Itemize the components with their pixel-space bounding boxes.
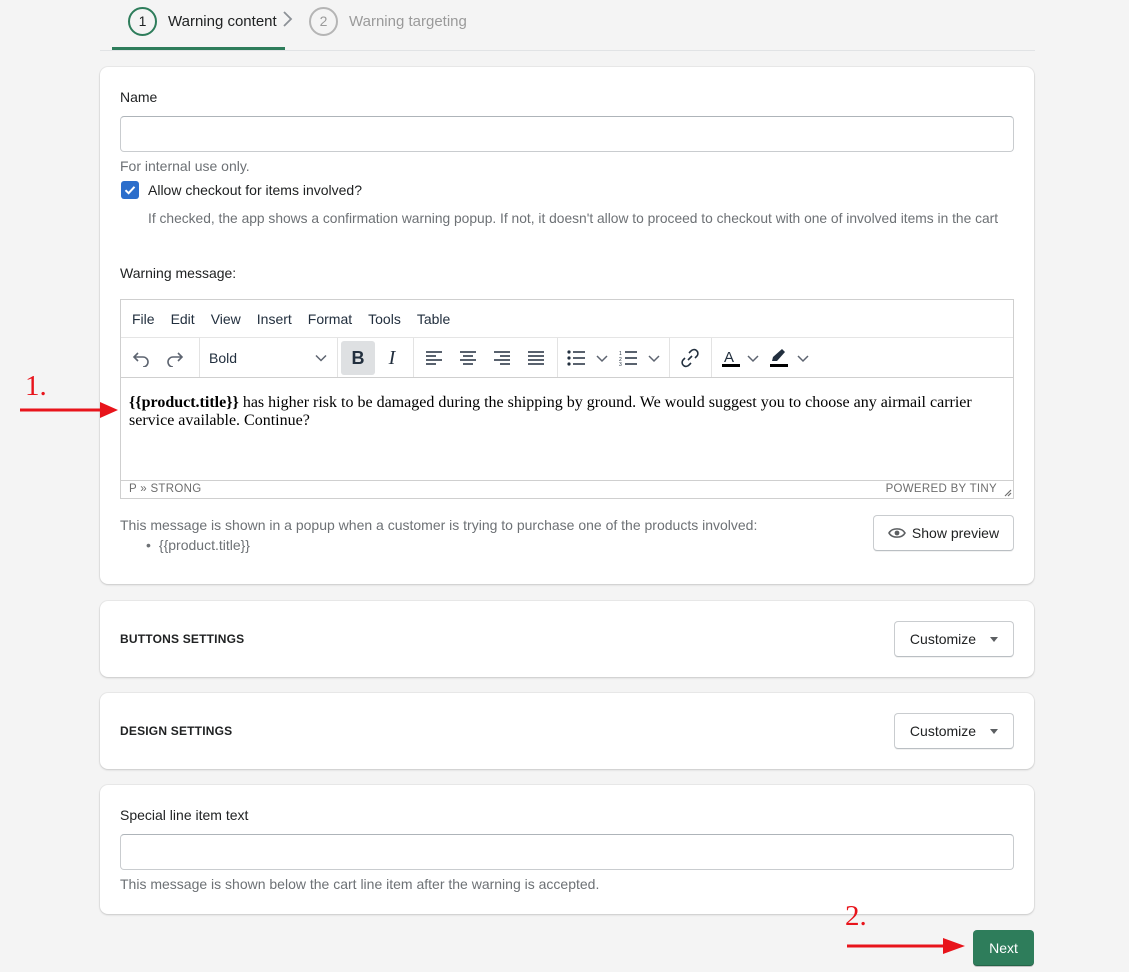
step-warning-targeting[interactable]: 2 Warning targeting — [309, 6, 467, 36]
step-warning-content[interactable]: 1 Warning content — [128, 6, 277, 36]
toolbar-divider — [199, 338, 200, 377]
annotation-number-2: 2. — [845, 900, 867, 932]
show-preview-label: Show preview — [911, 525, 1000, 541]
buttons-settings-title: BUTTONS SETTINGS — [120, 632, 245, 646]
align-justify-icon[interactable] — [521, 341, 551, 375]
menu-view[interactable]: View — [211, 311, 241, 327]
show-preview-button[interactable]: Show preview — [873, 515, 1014, 551]
svg-text:A: A — [724, 349, 734, 366]
editor-content-area[interactable]: {{product.title}} has higher risk to be … — [129, 394, 999, 430]
annotation-arrow-2 — [847, 938, 965, 954]
toolbar-divider — [711, 338, 712, 377]
step-number: 1 — [128, 6, 157, 36]
name-label: Name — [120, 89, 158, 105]
buttons-settings-card: BUTTONS SETTINGS Customize — [100, 601, 1034, 677]
menu-format[interactable]: Format — [308, 311, 352, 327]
menu-file[interactable]: File — [132, 311, 155, 327]
numbered-list-icon[interactable]: 123 — [615, 341, 665, 375]
special-line-card: Special line item text This message is s… — [100, 785, 1034, 914]
menu-table[interactable]: Table — [417, 311, 450, 327]
italic-icon: I — [388, 346, 396, 369]
menu-edit[interactable]: Edit — [171, 311, 195, 327]
bullet-list-icon[interactable] — [563, 341, 613, 375]
next-button[interactable]: Next — [973, 930, 1034, 966]
variable-list-item: • {{product.title}} — [146, 537, 250, 553]
allow-checkout-help: If checked, the app shows a confirmation… — [148, 211, 999, 226]
toolbar-divider — [413, 338, 414, 377]
editor-statusbar: P » STRONG POWERED BY TINY — [121, 480, 1013, 498]
special-line-input[interactable] — [120, 834, 1014, 870]
special-line-label: Special line item text — [120, 807, 249, 823]
align-right-icon[interactable] — [487, 341, 517, 375]
stepper: 1 Warning content 2 Warning targeting — [100, 0, 1035, 51]
italic-button[interactable]: I — [377, 341, 407, 375]
editor-menubar: File Edit View Insert Format Tools Table — [121, 300, 1013, 338]
allow-checkout-checkbox[interactable] — [121, 181, 139, 199]
block-format-value: Bold — [209, 350, 238, 366]
align-left-icon[interactable] — [419, 341, 449, 375]
powered-by-tiny[interactable]: POWERED BY TINY — [886, 483, 997, 495]
variable-name: {{product.title}} — [158, 537, 250, 553]
bold-icon: B — [351, 347, 365, 368]
redo-icon[interactable] — [161, 341, 189, 375]
product-title-variable: {{product.title}} — [129, 394, 239, 411]
block-format-select[interactable]: Bold — [203, 341, 333, 375]
resize-handle-icon[interactable] — [1002, 487, 1012, 497]
element-path[interactable]: P » STRONG — [129, 483, 201, 495]
checkmark-icon — [124, 186, 136, 195]
highlight-color-icon[interactable] — [765, 341, 813, 375]
menu-tools[interactable]: Tools — [368, 311, 401, 327]
toolbar-divider — [337, 338, 338, 377]
buttons-customize-button[interactable]: Customize — [894, 621, 1014, 657]
rich-text-editor: File Edit View Insert Format Tools Table… — [120, 299, 1014, 499]
link-icon[interactable] — [675, 341, 705, 375]
chevron-right-icon — [283, 11, 293, 27]
customize-label: Customize — [909, 631, 977, 647]
design-settings-title: DESIGN SETTINGS — [120, 724, 233, 738]
chevron-down-icon — [315, 354, 327, 362]
text-color-icon[interactable]: A — [717, 341, 761, 375]
svg-text:3: 3 — [619, 362, 622, 366]
active-step-indicator — [112, 47, 285, 50]
warning-message-label: Warning message: — [120, 265, 237, 281]
bold-button[interactable]: B — [341, 341, 375, 375]
warning-message-text: has higher risk to be damaged during the… — [129, 394, 972, 429]
special-line-help: This message is shown below the cart lin… — [120, 876, 600, 892]
undo-icon[interactable] — [127, 341, 155, 375]
design-customize-button[interactable]: Customize — [894, 713, 1014, 749]
step-label: Warning content — [168, 12, 277, 30]
step-number: 2 — [309, 6, 338, 36]
align-center-icon[interactable] — [453, 341, 483, 375]
design-settings-card: DESIGN SETTINGS Customize — [100, 693, 1034, 769]
caret-down-icon — [990, 636, 999, 642]
warning-content-card: Name For internal use only. Allow checko… — [100, 67, 1034, 584]
name-help-text: For internal use only. — [120, 158, 250, 174]
toolbar-divider — [557, 338, 558, 377]
annotation-number-1: 1. — [25, 370, 47, 402]
bullet: • — [146, 537, 151, 553]
caret-down-icon — [990, 728, 999, 734]
editor-toolbar: Bold B I 1 2 3 A — [121, 338, 1013, 378]
eye-icon — [888, 528, 906, 538]
allow-checkout-label[interactable]: Allow checkout for items involved? — [148, 182, 362, 198]
step-label: Warning targeting — [349, 12, 467, 30]
message-help-text: This message is shown in a popup when a … — [120, 517, 758, 533]
customize-label: Customize — [909, 723, 977, 739]
name-input[interactable] — [120, 116, 1014, 152]
toolbar-divider — [669, 338, 670, 377]
annotation-arrow-1 — [20, 402, 118, 418]
menu-insert[interactable]: Insert — [257, 311, 292, 327]
